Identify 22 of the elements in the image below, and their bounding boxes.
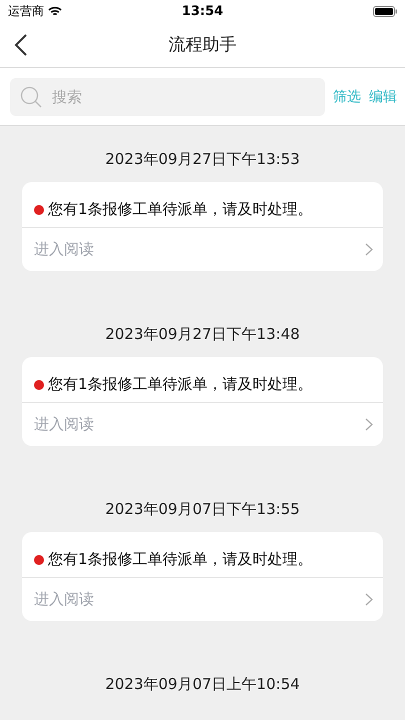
message-text: 您有1条报修工单待派单，请及时处理。 [48, 375, 313, 394]
carrier-name: 运营商 [8, 2, 44, 20]
status-time: 13:54 [182, 4, 224, 18]
read-link[interactable]: 进入阅读 [22, 403, 383, 446]
message-date: 2023年09月27日下午13:53 [105, 150, 300, 169]
filter-link[interactable]: 编辑 [369, 88, 397, 106]
message-date: 2023年09月07日下午13:55 [105, 500, 300, 519]
message-date: 2023年09月07日上午10:54 [105, 675, 300, 694]
message-text: 您有1条报修工单待派单，请及时处理。 [48, 550, 313, 569]
battery-icon [372, 6, 397, 16]
chevron-right-icon [365, 593, 373, 606]
search-field[interactable]: 搜索 [10, 78, 325, 116]
message-text: 您有1条报修工单待派单，请及时处理。 [48, 200, 313, 219]
wifi-icon [48, 6, 62, 16]
search-icon [20, 86, 42, 108]
filter-link[interactable]: 筛选 [333, 88, 361, 106]
message-date: 2023年09月27日下午13:48 [105, 325, 300, 344]
chevron-right-icon [365, 418, 373, 431]
read-link[interactable]: 进入阅读 [22, 228, 383, 271]
chevron-right-icon [365, 243, 373, 256]
page-title: 流程助手 [168, 34, 236, 56]
read-link[interactable]: 进入阅读 [22, 578, 383, 621]
